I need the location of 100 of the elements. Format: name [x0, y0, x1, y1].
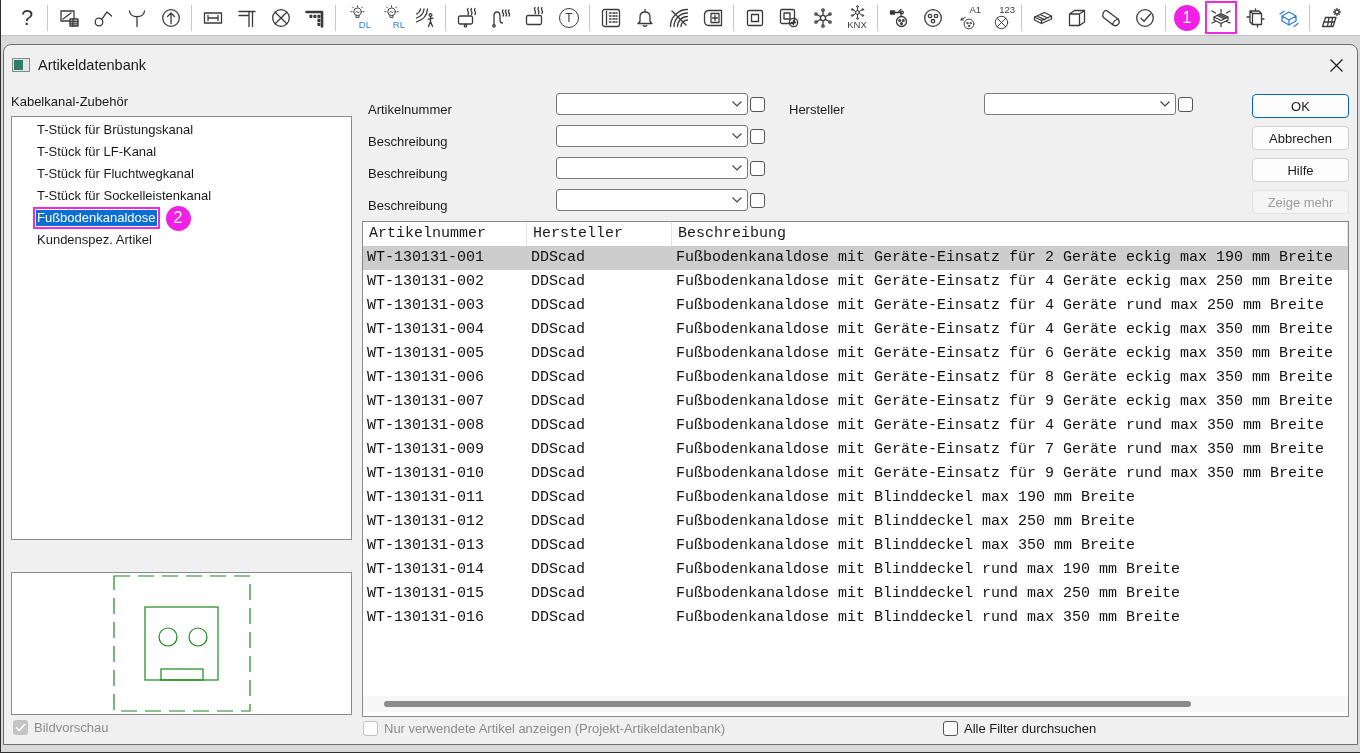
- table-cell-text: Fußbodenkanaldose mit Geräte-Einsatz für 4 Geräte rund max 250 mm Breite: [675, 297, 1326, 315]
- dialog-title: Artikeldatenbank: [38, 57, 146, 73]
- dropdown-field[interactable]: [556, 125, 748, 147]
- dropdown-field[interactable]: [984, 93, 1176, 115]
- socket-icon: [745, 7, 765, 28]
- dropdown-field[interactable]: [556, 189, 748, 211]
- network-icon: [813, 7, 833, 28]
- upload-icon: [161, 7, 181, 28]
- radiator-icon: [525, 7, 545, 28]
- close-icon: [1329, 58, 1343, 72]
- list-item[interactable]: T-Stück für Fluchtwegkanal: [33, 163, 198, 185]
- step-badge: 1: [1174, 4, 1200, 31]
- table-cell-text: DDScad: [530, 273, 586, 291]
- network-icon: [849, 5, 865, 20]
- table-cell-text: WT-130131-006: [366, 369, 486, 387]
- table-cell-text: Fußbodenkanaldose mit Geräte-Einsatz für 8 Geräte eckig max 350 mm Breite: [675, 369, 1335, 387]
- field-label: Artikelnummer: [368, 101, 452, 118]
- checkbox[interactable]: [750, 97, 765, 112]
- table-cell-text: DDScad: [530, 537, 586, 555]
- list-item[interactable]: Fußbodenkanaldose: [33, 207, 160, 229]
- table-cell-text: DDScad: [530, 585, 586, 603]
- table-cell-text: DDScad: [530, 513, 586, 531]
- bulb-icon: [383, 5, 399, 20]
- checkbox[interactable]: [943, 720, 958, 736]
- cross-circle-icon: [993, 15, 1009, 30]
- table-cell-text: WT-130131-002: [366, 273, 486, 291]
- socket-plus-icon: [703, 7, 723, 28]
- dialog-button[interactable]: Hilfe: [1252, 158, 1349, 182]
- table-cell-text: WT-130131-009: [366, 441, 486, 459]
- floor-box-icon: [1211, 7, 1231, 28]
- tube-icon: [1101, 7, 1121, 28]
- checkbox-label: Bildvorschau: [34, 720, 109, 735]
- table-cell-text: WT-130131-015: [366, 585, 486, 603]
- signal-icon: [669, 7, 689, 28]
- scrollbar-thumb[interactable]: [384, 701, 1191, 707]
- chevron-down-icon: [732, 101, 742, 107]
- table-cell-text: Fußbodenkanaldose mit Geräte-Einsatz für 4 Geräte eckig max 250 mm Breite: [675, 273, 1335, 291]
- chevron-down-icon: [732, 197, 742, 203]
- dialog-button[interactable]: OK: [1252, 94, 1349, 118]
- section-label: Kabelkanal-Zubehör: [11, 94, 130, 110]
- field-label: Beschreibung: [368, 197, 448, 214]
- heater-icon: [457, 7, 477, 28]
- list-item[interactable]: Kundenspez. Artikel: [33, 229, 156, 251]
- toolbar-button[interactable]: [1205, 1, 1237, 34]
- table-cell-text: Fußbodenkanaldose mit Geräte-Einsatz für 4 Geräte rund max 350 mm Breite: [675, 417, 1326, 435]
- cube-icon: [1067, 7, 1087, 28]
- table-cell-text: DDScad: [530, 609, 586, 627]
- list-item[interactable]: T-Stück für Sockelleistenkanal: [33, 185, 216, 207]
- table-cell-text: WT-130131-014: [366, 561, 486, 579]
- checkbox-label: Nur verwendete Artikel anzeigen (Projekt-Artikeldatenbank): [384, 720, 726, 736]
- table-cell-text: DDScad: [530, 369, 586, 387]
- socket-add-icon: [779, 7, 799, 28]
- table-cell-text: WT-130131-004: [366, 321, 486, 339]
- checkbox[interactable]: [750, 161, 765, 176]
- arrow-outlet-icon: [959, 15, 975, 30]
- table-cell-text: DDScad: [530, 345, 586, 363]
- checkbox[interactable]: [750, 193, 765, 208]
- table-cell-text: Fußbodenkanaldose mit Geräte-Einsatz für 9 Geräte rund max 350 mm Breite: [675, 465, 1326, 483]
- monitor-icon: [59, 7, 79, 28]
- table-cell-text: WT-130131-007: [366, 393, 486, 411]
- antenna-icon: [127, 7, 147, 28]
- list-item[interactable]: T-Stück für LF-Kanal: [33, 141, 161, 163]
- bulb-icon: [349, 5, 365, 20]
- table-cell-text: WT-130131-003: [366, 297, 486, 315]
- table-cell-text: Fußbodenkanaldose mit Blinddeckel rund max 190 mm Breite: [675, 561, 1182, 579]
- horizontal-scrollbar[interactable]: [363, 696, 1348, 712]
- table-cell-text: Fußbodenkanaldose mit Blinddeckel rund max 350 mm Breite: [675, 609, 1182, 627]
- checkbox[interactable]: [750, 129, 765, 144]
- checkbox[interactable]: [1178, 97, 1193, 112]
- table-cell-text: Fußbodenkanaldose mit Geräte-Einsatz für 9 Geräte eckig max 350 mm Breite: [675, 393, 1335, 411]
- branch-icon: [889, 7, 909, 28]
- table-cell-text: DDScad: [530, 321, 586, 339]
- table-cell-text: DDScad: [530, 417, 586, 435]
- box-icon: [1245, 7, 1265, 28]
- table-cell-text: WT-130131-013: [366, 537, 486, 555]
- field-label: Beschreibung: [368, 165, 448, 182]
- table-cell-text: DDScad: [530, 465, 586, 483]
- dropdown-field[interactable]: [556, 93, 748, 115]
- list-item[interactable]: T-Stück für Brüstungskanal: [33, 119, 198, 141]
- field-label: Beschreibung: [368, 133, 448, 150]
- table-cell-text: WT-130131-011: [366, 489, 486, 507]
- table-cell-text: Fußbodenkanaldose mit Blinddeckel rund max 250 mm Breite: [675, 585, 1182, 603]
- outlet-icon: [923, 7, 943, 28]
- table-cell-text: Fußbodenkanaldose mit Blinddeckel max 350 mm Breite: [675, 537, 1137, 555]
- table-row[interactable]: WT-130131-001 DDScad Fußbodenkanaldose mit Geräte-Einsatz für 2 Geräte eckig max 190 mm Breite: [363, 246, 1348, 270]
- field-label: Hersteller: [789, 101, 845, 118]
- chevron-down-icon: [732, 133, 742, 139]
- table-cell-text: Fußbodenkanaldose mit Blinddeckel max 250 mm Breite: [675, 513, 1137, 531]
- cross-circle-icon: [271, 7, 291, 28]
- table-cell-text: Fußbodenkanaldose mit Geräte-Einsatz für 4 Geräte eckig max 350 mm Breite: [675, 321, 1335, 339]
- dialog-button[interactable]: Abbrechen: [1252, 126, 1349, 150]
- solar-panel-icon: [1321, 7, 1341, 28]
- table-cell-text: Fußbodenkanaldose mit Geräte-Einsatz für 6 Geräte eckig max 350 mm Breite: [675, 345, 1335, 363]
- table-cell-text: DDScad: [530, 297, 586, 315]
- pipe-heater-icon: [491, 7, 511, 28]
- table-cell-text: WT-130131-001: [366, 249, 486, 267]
- table-cell-text: Fußbodenkanaldose mit Geräte-Einsatz für 7 Geräte rund max 350 mm Breite: [675, 441, 1326, 459]
- dropdown-field[interactable]: [556, 157, 748, 179]
- table-cell-text: DDScad: [530, 489, 586, 507]
- step-badge: 2: [165, 205, 191, 231]
